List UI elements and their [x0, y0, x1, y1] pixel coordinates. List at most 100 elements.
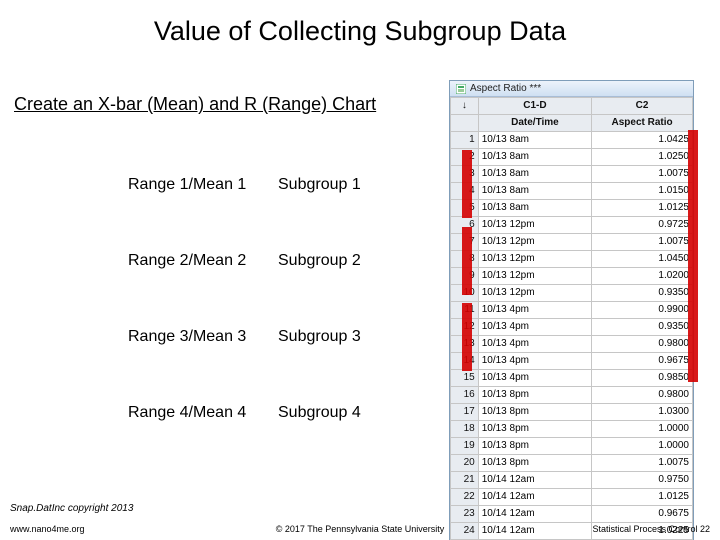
cell-datetime: 10/13 8am — [478, 132, 591, 149]
cell-datetime: 10/13 8am — [478, 183, 591, 200]
table-row: 310/13 8am1.0075 — [451, 166, 693, 183]
cell-datetime: 10/13 12pm — [478, 285, 591, 302]
pair-right: Subgroup 2 — [278, 252, 428, 270]
highlight-bar — [462, 227, 472, 295]
table-row: 1510/13 4pm0.9850 — [451, 370, 693, 387]
row-number: 23 — [451, 506, 479, 523]
cell-datetime: 10/13 8pm — [478, 404, 591, 421]
pair-right: Subgroup 1 — [278, 176, 428, 194]
worksheet-title-bar: Aspect Ratio *** — [450, 81, 693, 97]
data-worksheet: Aspect Ratio *** ↓ C1-D C2 Date/Time Asp… — [449, 80, 694, 540]
row-number: 1 — [451, 132, 479, 149]
row-number: 19 — [451, 438, 479, 455]
pair-row: Range 3/Mean 3 Subgroup 3 — [128, 302, 448, 372]
pair-left: Range 2/Mean 2 — [128, 252, 278, 270]
cell-datetime: 10/14 12am — [478, 472, 591, 489]
cell-value: 0.9725 — [592, 217, 693, 234]
cell-datetime: 10/13 8pm — [478, 438, 591, 455]
cell-value: 0.9750 — [592, 472, 693, 489]
cell-value: 1.0075 — [592, 234, 693, 251]
cell-datetime: 10/13 12pm — [478, 251, 591, 268]
cell-datetime: 10/13 8am — [478, 149, 591, 166]
cell-datetime: 10/13 4pm — [478, 302, 591, 319]
cell-value: 0.9800 — [592, 336, 693, 353]
pair-right: Subgroup 4 — [278, 404, 428, 422]
cell-datetime: 10/13 4pm — [478, 319, 591, 336]
pair-left: Range 1/Mean 1 — [128, 176, 278, 194]
pair-left: Range 3/Mean 3 — [128, 328, 278, 346]
cell-value: 0.9350 — [592, 285, 693, 302]
highlight-bar — [688, 214, 698, 298]
cell-datetime: 10/13 8pm — [478, 455, 591, 472]
table-row: 2310/14 12am0.9675 — [451, 506, 693, 523]
table-row: 710/13 12pm1.0075 — [451, 234, 693, 251]
table-row: 2010/13 8pm1.0075 — [451, 455, 693, 472]
cell-value: 0.9350 — [592, 319, 693, 336]
table-row: 810/13 12pm1.0450 — [451, 251, 693, 268]
table-row: 210/13 8am1.0250 — [451, 149, 693, 166]
row-number: 22 — [451, 489, 479, 506]
table-row: 1410/13 4pm0.9675 — [451, 353, 693, 370]
col-arrow: ↓ — [451, 98, 479, 115]
cell-value: 1.0075 — [592, 455, 693, 472]
highlight-bar — [688, 298, 698, 382]
cell-value: 1.0200 — [592, 268, 693, 285]
cell-datetime: 10/13 8am — [478, 200, 591, 217]
cell-datetime: 10/13 8pm — [478, 421, 591, 438]
row-number: 17 — [451, 404, 479, 421]
worksheet-title-text: Aspect Ratio *** — [470, 83, 541, 94]
table-row: 510/13 8am1.0125 — [451, 200, 693, 217]
row-number: 21 — [451, 472, 479, 489]
pair-row: Range 4/Mean 4 Subgroup 4 — [128, 378, 448, 448]
worksheet-table: ↓ C1-D C2 Date/Time Aspect Ratio 110/13 … — [450, 97, 693, 540]
slide-subtitle: Create an X-bar (Mean) and R (Range) Cha… — [14, 94, 376, 115]
worksheet-icon — [456, 84, 466, 94]
cell-value: 1.0250 — [592, 149, 693, 166]
table-row: 1710/13 8pm1.0300 — [451, 404, 693, 421]
col-aspect: Aspect Ratio — [592, 115, 693, 132]
cell-value: 0.9675 — [592, 506, 693, 523]
pair-row: Range 2/Mean 2 Subgroup 2 — [128, 226, 448, 296]
cell-datetime: 10/13 12pm — [478, 234, 591, 251]
cell-value: 1.0125 — [592, 200, 693, 217]
cell-value: 1.0075 — [592, 166, 693, 183]
cell-datetime: 10/13 8am — [478, 166, 591, 183]
cell-datetime: 10/13 12pm — [478, 217, 591, 234]
col-blank — [451, 115, 479, 132]
cell-datetime: 10/13 4pm — [478, 370, 591, 387]
row-number: 15 — [451, 370, 479, 387]
table-row: 1010/13 12pm0.9350 — [451, 285, 693, 302]
table-row: 2210/14 12am1.0125 — [451, 489, 693, 506]
col-c1: C1-D — [478, 98, 591, 115]
cell-value: 0.9850 — [592, 370, 693, 387]
cell-value: 0.9900 — [592, 302, 693, 319]
col-c2: C2 — [592, 98, 693, 115]
table-row: 1310/13 4pm0.9800 — [451, 336, 693, 353]
highlight-bar — [462, 303, 472, 371]
pair-left: Range 4/Mean 4 — [128, 404, 278, 422]
cell-datetime: 10/13 8pm — [478, 387, 591, 404]
table-row: 1810/13 8pm1.0000 — [451, 421, 693, 438]
highlight-bar — [688, 130, 698, 214]
cell-value: 1.0125 — [592, 489, 693, 506]
cell-value: 1.0000 — [592, 421, 693, 438]
footer-right: Statistical Process Control 22 — [592, 524, 710, 534]
subgroup-pairs: Range 1/Mean 1 Subgroup 1 Range 2/Mean 2… — [128, 150, 448, 454]
cell-datetime: 10/14 12am — [478, 489, 591, 506]
cell-value: 0.9675 — [592, 353, 693, 370]
cell-datetime: 10/13 4pm — [478, 353, 591, 370]
cell-datetime: 10/14 12am — [478, 506, 591, 523]
row-number: 16 — [451, 387, 479, 404]
cell-value: 0.9800 — [592, 387, 693, 404]
table-row: 410/13 8am1.0150 — [451, 183, 693, 200]
table-row: 1910/13 8pm1.0000 — [451, 438, 693, 455]
cell-value: 1.0000 — [592, 438, 693, 455]
table-row: 1210/13 4pm0.9350 — [451, 319, 693, 336]
cell-datetime: 10/13 12pm — [478, 268, 591, 285]
table-row: 110/13 8am1.0425 — [451, 132, 693, 149]
footer-copyright: Snap.DatInc copyright 2013 — [10, 503, 133, 514]
table-row: 1110/13 4pm0.9900 — [451, 302, 693, 319]
table-row: 910/13 12pm1.0200 — [451, 268, 693, 285]
cell-value: 1.0150 — [592, 183, 693, 200]
cell-value: 1.0300 — [592, 404, 693, 421]
